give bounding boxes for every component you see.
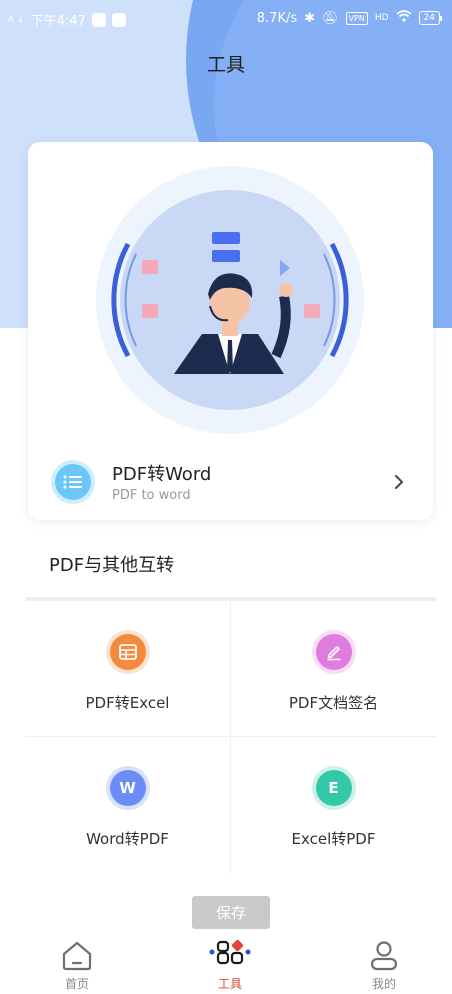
feature-subtitle: PDF to word	[112, 488, 191, 503]
battery-indicator: 24	[418, 11, 443, 25]
save-button[interactable]: 保存	[192, 896, 270, 929]
tools-icon	[209, 939, 251, 965]
pdf-to-word-row[interactable]: PDF转Word PDF to word	[28, 450, 433, 512]
chevron-right-icon[interactable]	[393, 472, 405, 492]
list-icon	[51, 460, 95, 504]
tool-icon-ring	[105, 630, 150, 674]
tab-label: 首页	[64, 977, 89, 991]
wifi-icon	[396, 10, 412, 26]
tool-pdf-sign[interactable]: PDF文档签名	[231, 601, 436, 736]
tool-excel-to-pdf[interactable]: E Excel转PDF	[231, 737, 436, 872]
tab-home[interactable]: 首页	[22, 934, 132, 994]
tool-icon-ring: W	[105, 766, 150, 810]
home-icon	[62, 941, 92, 971]
tool-icon-ring	[311, 630, 356, 674]
tools-grid: PDF转Excel PDF文档签名 W Word转PDF E Excel转PDF	[25, 601, 436, 873]
table-icon	[109, 634, 146, 670]
status-bar: A ↓ 下午4:47 8.7K/s ✱ 🔕︎ VPN HD 24	[0, 0, 452, 36]
notification-icon: A ↓	[8, 14, 25, 25]
tool-label: Word转PDF	[86, 830, 169, 848]
tool-pdf-to-excel[interactable]: PDF转Excel	[25, 601, 230, 736]
customer-service-illustration	[96, 166, 364, 434]
hero-card[interactable]: PDF转Word PDF to word	[28, 142, 433, 520]
mute-icon: 🔕︎	[322, 10, 339, 26]
word-icon: W	[109, 770, 146, 806]
profile-icon	[370, 941, 398, 971]
tool-label: PDF转Excel	[85, 694, 170, 712]
pen-icon	[315, 634, 352, 670]
status-time: 下午4:47	[30, 14, 86, 29]
tool-word-to-pdf[interactable]: W Word转PDF	[25, 737, 230, 872]
network-speed: 8.7K/s	[256, 10, 298, 26]
feature-title: PDF转Word	[112, 464, 212, 485]
bluetooth-icon: ✱	[304, 10, 316, 26]
page-title: 工具	[206, 54, 245, 76]
bottom-tab-bar: 首页 工具 我的	[0, 934, 452, 994]
tool-label: PDF文档签名	[288, 694, 379, 712]
app-notification-icon-2	[111, 12, 126, 27]
signal-icon: HD	[374, 13, 389, 23]
tool-label: Excel转PDF	[291, 830, 376, 848]
app-notification-icon	[91, 12, 106, 27]
tool-icon-ring: E	[311, 766, 356, 810]
tab-label: 工具	[217, 977, 242, 991]
tab-tools[interactable]: 工具	[175, 934, 285, 994]
vpn-badge: VPN	[345, 11, 368, 25]
tab-label: 我的	[371, 977, 396, 991]
section-title: PDF与其他互转	[49, 555, 175, 576]
excel-icon: E	[315, 770, 352, 806]
tab-profile[interactable]: 我的	[329, 934, 439, 994]
